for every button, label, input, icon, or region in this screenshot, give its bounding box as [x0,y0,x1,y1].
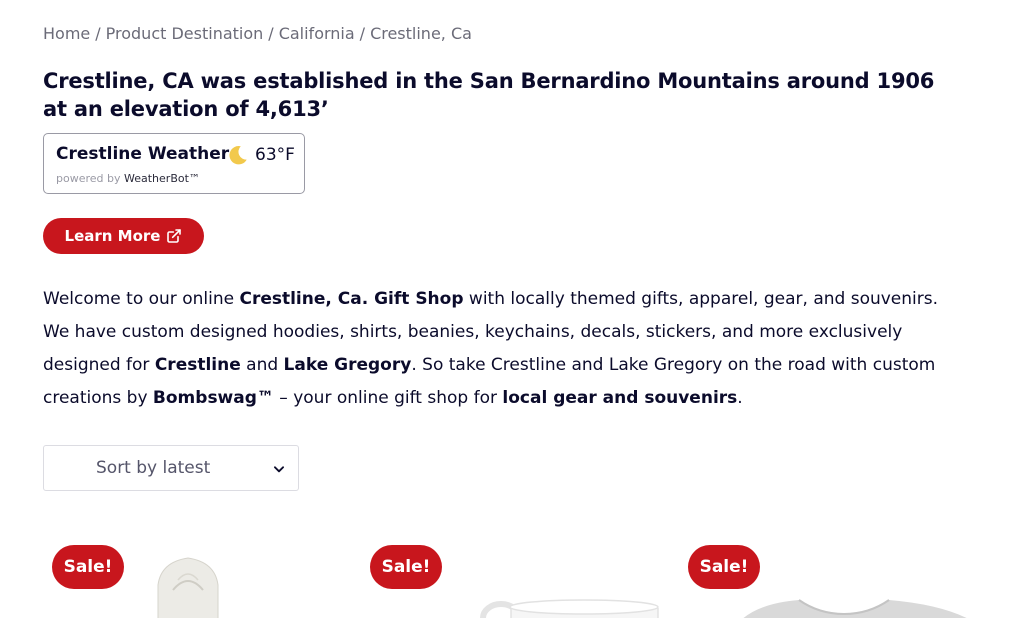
sweatshirt-image [743,599,967,618]
weather-widget[interactable]: Crestline Weather 63°F powered by Weathe… [43,133,305,194]
product-card-sweatshirt[interactable]: Sale! [679,540,979,618]
powered-by-prefix: powered by [56,172,121,185]
intro-bold-crestline: Crestline [154,355,241,375]
product-card-hoodie[interactable]: Sale! [43,540,343,618]
page-title: Crestline, CA was established in the San… [43,69,935,121]
intro-text: – your online gift shop for [273,388,503,408]
intro-text: Welcome to our online [43,289,240,309]
breadcrumb-separator: / [268,24,274,43]
intro-paragraph: Welcome to our online Crestline, Ca. Gif… [43,283,968,415]
external-link-icon [167,229,182,243]
weather-title: Crestline Weather [56,144,230,164]
intro-text: . [737,388,743,408]
intro-text: and [240,355,284,375]
intro-bold-shop-name: Crestline, Ca. Gift Shop [239,289,464,309]
sale-badge: Sale! [370,545,442,589]
sale-badge: Sale! [52,545,124,589]
moon-icon [229,146,247,165]
breadcrumb-separator: / [95,24,101,43]
sort-selected-value: Sort by latest [96,458,211,478]
product-card-mug[interactable]: Sale! [361,540,661,618]
sort-select[interactable]: Sort by latest [43,445,299,491]
intro-bold-lake-gregory: Lake Gregory [283,355,412,375]
weatherbot-link[interactable]: WeatherBot™ [124,172,200,185]
breadcrumb-california[interactable]: California [279,24,355,43]
weather-powered-by: powered by WeatherBot™ [56,172,200,185]
sale-badge: Sale! [688,545,760,589]
intro-bold-bombswag: Bombswag™ [152,388,274,408]
breadcrumb-product-destination[interactable]: Product Destination [106,24,264,43]
learn-more-button[interactable]: Learn More [43,218,204,254]
chevron-down-icon [273,466,285,473]
breadcrumb: Home / Product Destination / California / Cres… [43,24,472,43]
breadcrumb-home[interactable]: Home [43,24,90,43]
hoodie-image [157,557,219,618]
intro-bold-local-gear: local gear and souvenirs [502,388,738,408]
weather-temperature: 63°F [255,145,295,165]
learn-more-label: Learn More [64,227,161,245]
breadcrumb-separator: / [359,24,366,43]
breadcrumb-current: Crestline, Ca [370,24,472,43]
mug-image [480,599,659,618]
